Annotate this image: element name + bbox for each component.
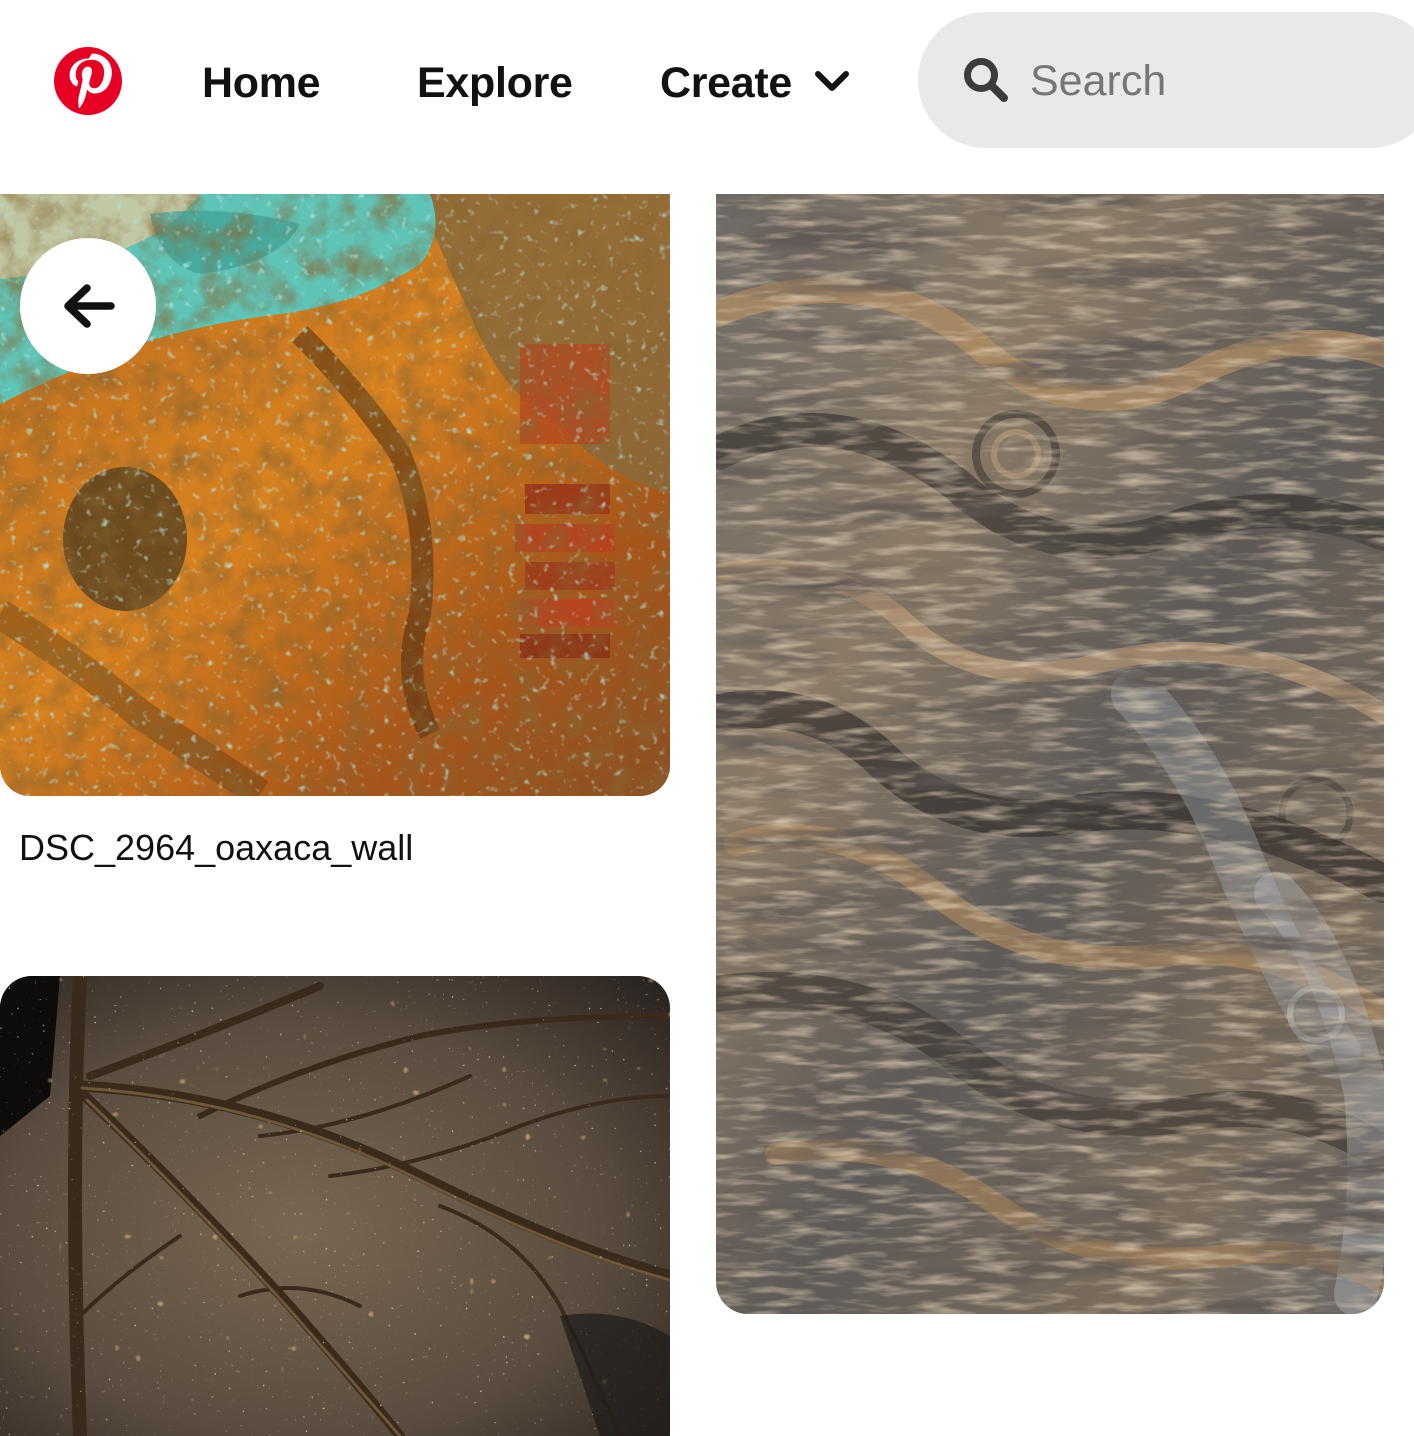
search-input[interactable] xyxy=(1030,52,1410,110)
pin-image-driftwood[interactable] xyxy=(716,194,1384,1314)
arrow-left-icon xyxy=(64,284,115,328)
back-button[interactable] xyxy=(20,238,156,374)
chevron-down-icon[interactable] xyxy=(813,64,851,100)
top-nav-bar: Home Explore Create xyxy=(0,0,1414,170)
pin-title[interactable]: DSC_2964_oaxaca_wall xyxy=(19,826,413,870)
search-icon xyxy=(962,56,1010,104)
pin-image-leaf[interactable] xyxy=(0,976,670,1436)
nav-home-link[interactable]: Home xyxy=(202,55,321,111)
pinterest-logo-icon[interactable] xyxy=(53,46,123,116)
nav-explore-link[interactable]: Explore xyxy=(417,55,573,111)
nav-create-menu[interactable]: Create xyxy=(660,55,792,111)
search-bar[interactable] xyxy=(918,12,1414,148)
